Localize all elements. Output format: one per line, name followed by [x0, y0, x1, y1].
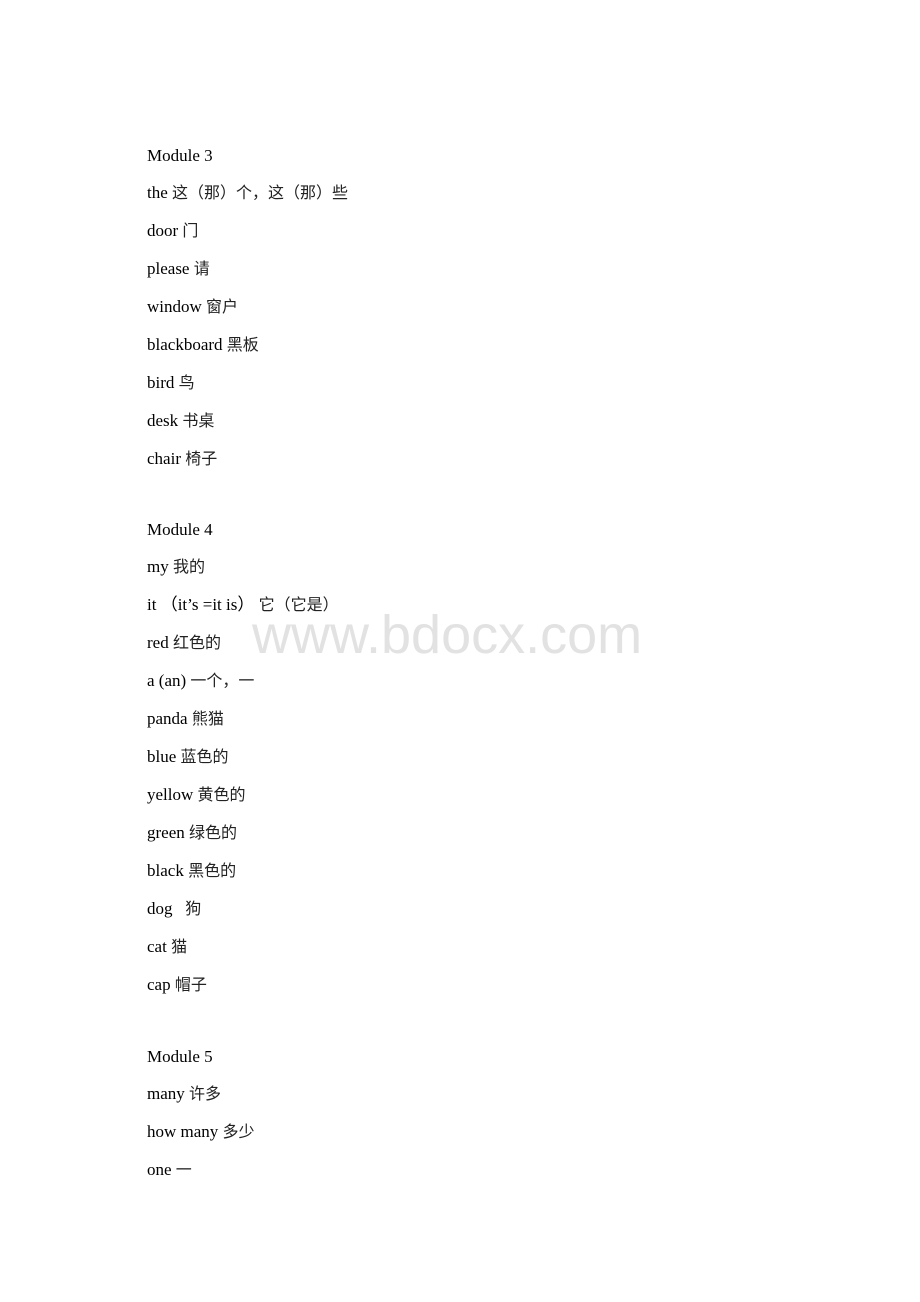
vocab-entry: door 门: [147, 221, 198, 241]
english-word: many: [147, 1084, 185, 1103]
vocab-entry: blackboard 黑板: [147, 335, 259, 355]
english-word: the: [147, 183, 168, 202]
vocab-entry: one 一: [147, 1160, 192, 1180]
english-word: dog: [147, 899, 181, 918]
chinese-meaning: 红色的: [172, 633, 221, 652]
english-word: chair: [147, 449, 181, 468]
vocab-entry: please 请: [147, 259, 210, 279]
section-heading: Module 4: [147, 520, 213, 539]
vocab-entry: bird 鸟: [147, 373, 195, 393]
chinese-meaning: 黑色的: [188, 861, 237, 880]
vocab-entry: desk 书桌: [147, 411, 214, 431]
chinese-meaning: 许多: [189, 1084, 222, 1103]
chinese-meaning: 我的: [172, 557, 205, 576]
english-word: my: [147, 557, 169, 576]
chinese-meaning: 黑板: [226, 335, 259, 354]
chinese-meaning: 鸟: [178, 373, 195, 392]
chinese-meaning: 这（那）个，这（那）些: [172, 183, 349, 202]
chinese-meaning: 椅子: [185, 449, 218, 468]
vocab-entry: green 绿色的: [147, 823, 237, 843]
english-word: desk: [147, 411, 179, 430]
vocab-entry: dog 狗: [147, 899, 201, 919]
chinese-meaning: 绿色的: [189, 823, 238, 842]
chinese-meaning: 熊猫: [191, 709, 224, 728]
chinese-meaning: 猫: [171, 937, 188, 956]
vocab-entry: window 窗户: [147, 297, 238, 317]
chinese-meaning: 黄色的: [197, 785, 246, 804]
chinese-meaning: 多少: [222, 1122, 255, 1141]
vocab-entry: how many 多少: [147, 1122, 255, 1142]
english-word: blackboard: [147, 335, 223, 354]
vocab-entry: blue 蓝色的: [147, 747, 229, 767]
section-heading: Module 3: [147, 146, 213, 165]
watermark: www.bdocx.com: [252, 605, 643, 665]
english-word: green: [147, 823, 185, 842]
english-word: window: [147, 297, 202, 316]
english-word: door: [147, 221, 179, 240]
chinese-meaning: 一: [175, 1160, 192, 1179]
english-word: blue: [147, 747, 177, 766]
vocab-entry: the 这（那）个，这（那）些: [147, 183, 348, 203]
document-page: Module 3 the 这（那）个，这（那）些 door 门 please 请…: [0, 0, 920, 1302]
chinese-meaning: 狗: [185, 899, 202, 918]
english-word: cat: [147, 937, 167, 956]
vocab-entry: cap 帽子: [147, 975, 207, 995]
vocab-entry: my 我的: [147, 557, 205, 577]
chinese-meaning: 一个，一: [190, 671, 255, 690]
english-word: panda: [147, 709, 188, 728]
chinese-meaning: 帽子: [174, 975, 207, 994]
english-word: how many: [147, 1122, 219, 1141]
vocab-entry: black 黑色的: [147, 861, 236, 881]
vocab-entry: red 红色的: [147, 633, 221, 653]
vocab-entry: cat 猫: [147, 937, 187, 957]
english-word: it （it’s =it is）: [147, 595, 255, 614]
chinese-meaning: 蓝色的: [180, 747, 229, 766]
english-word: one: [147, 1160, 172, 1179]
english-word: red: [147, 633, 169, 652]
english-word: black: [147, 861, 184, 880]
chinese-meaning: 门: [182, 221, 199, 240]
english-word: cap: [147, 975, 171, 994]
english-word: yellow: [147, 785, 194, 804]
english-word: please: [147, 259, 190, 278]
english-word: bird: [147, 373, 175, 392]
vocab-entry: a (an) 一个，一: [147, 671, 254, 691]
vocab-entry: panda 熊猫: [147, 709, 224, 729]
vocab-entry: many 许多: [147, 1084, 221, 1104]
chinese-meaning: 请: [193, 259, 210, 278]
english-word: a (an): [147, 671, 187, 690]
vocab-entry: yellow 黄色的: [147, 785, 246, 805]
chinese-meaning: 书桌: [182, 411, 215, 430]
vocab-entry: chair 椅子: [147, 449, 217, 469]
section-heading: Module 5: [147, 1047, 213, 1066]
chinese-meaning: 窗户: [206, 297, 239, 316]
